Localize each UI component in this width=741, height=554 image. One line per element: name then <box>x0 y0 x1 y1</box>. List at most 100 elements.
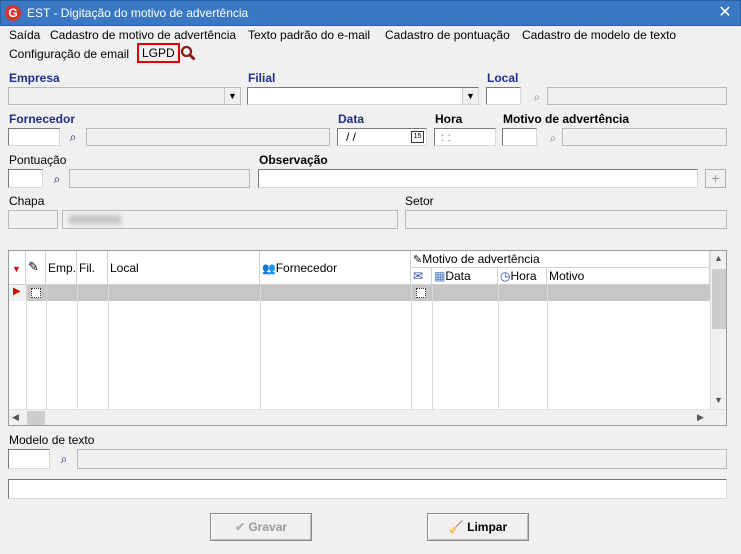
setor-field <box>405 210 727 229</box>
col-hora: Hora <box>510 269 537 283</box>
col-data-header[interactable]: ▦Data <box>432 268 498 285</box>
observacao-label: Observação <box>259 153 328 167</box>
pontuacao-field[interactable] <box>8 169 43 188</box>
chevron-down-icon[interactable]: ▼ <box>462 88 478 104</box>
binoculars-icon[interactable]: ⌕ <box>57 452 71 466</box>
chapa-field <box>8 210 58 229</box>
row-indicator: ▶ <box>9 285 26 301</box>
broom-icon: 🧹 <box>448 520 464 534</box>
limpar-button[interactable]: 🧹 Limpar <box>427 513 529 541</box>
pontuacao-label: Pontuação <box>9 153 67 167</box>
col-motivo[interactable]: Motivo <box>547 268 710 285</box>
empresa-combo[interactable]: ▼ <box>8 87 241 105</box>
fornecedor-field[interactable] <box>8 128 60 146</box>
col-fornecedor: Fornecedor <box>275 261 338 275</box>
col-hora-header[interactable]: ◷Hora <box>498 268 547 285</box>
row-email-checkbox[interactable] <box>416 288 426 298</box>
col-divider <box>77 285 78 409</box>
grid-indicator-header: ▼ <box>9 251 26 285</box>
data-field[interactable]: / / 15 <box>337 128 427 146</box>
scroll-down-icon[interactable]: ▼ <box>714 395 723 405</box>
fornecedor-description-field <box>86 128 330 146</box>
scroll-right-icon[interactable]: ▶ <box>697 412 704 423</box>
modelo-label: Modelo de texto <box>9 433 95 447</box>
col-divider <box>498 285 499 409</box>
close-icon[interactable]: ✕ <box>714 3 736 23</box>
hora-value: : : <box>441 130 452 144</box>
filial-combo[interactable]: ▼ <box>247 87 479 105</box>
table-row[interactable] <box>10 285 710 301</box>
current-row-arrow-icon: ▶ <box>13 286 21 297</box>
modelo-text-field[interactable] <box>8 479 727 499</box>
filial-label: Filial <box>248 71 276 85</box>
binoculars-icon[interactable]: ⌕ <box>66 130 80 144</box>
app-icon: G <box>5 5 21 21</box>
motivo-label: Motivo de advertência <box>503 112 630 126</box>
col-divider <box>432 285 433 409</box>
col-divider <box>411 285 412 409</box>
menu-cadastro-pontuacao[interactable]: Cadastro de pontuação <box>385 28 510 42</box>
observacao-field[interactable] <box>258 169 698 188</box>
menu-texto-padrao[interactable]: Texto padrão do e-mail <box>248 28 370 42</box>
blurred-value <box>69 215 121 224</box>
row-checkbox[interactable] <box>31 288 41 298</box>
col-divider <box>46 285 47 409</box>
add-button[interactable]: + <box>705 169 726 188</box>
scroll-thumb[interactable] <box>27 411 45 425</box>
fornecedor-label: Fornecedor <box>9 112 76 126</box>
menu-lgpd[interactable]: LGPD <box>137 43 180 63</box>
edit-note-icon: ✎ <box>413 254 423 266</box>
modelo-description-field <box>77 449 727 469</box>
chapa-label: Chapa <box>9 194 45 208</box>
col-fil[interactable]: Fil. <box>77 251 108 285</box>
local-label: Local <box>487 71 519 85</box>
modelo-field[interactable] <box>8 449 50 469</box>
envelope-icon: ✉ <box>411 268 432 285</box>
binoculars-icon[interactable]: ⌕ <box>50 172 64 186</box>
scroll-up-icon[interactable]: ▲ <box>714 253 723 263</box>
col-fornecedor-header[interactable]: 👥Fornecedor <box>260 251 411 285</box>
binoculars-icon[interactable]: ⌕ <box>546 131 560 145</box>
window-title: EST - Digitação do motivo de advertência <box>27 6 249 20</box>
vertical-scrollbar[interactable]: ▲ ▼ <box>710 251 726 409</box>
data-value: / / <box>346 130 357 144</box>
col-emp[interactable]: Emp. <box>46 251 77 285</box>
search-icon[interactable] <box>180 45 196 61</box>
edit-note-icon: ✎ <box>26 251 46 285</box>
setor-label: Setor <box>405 194 434 208</box>
col-data: Data <box>445 269 471 283</box>
calendar-icon[interactable]: 15 <box>411 131 424 143</box>
menu-saida[interactable]: Saída <box>9 28 40 42</box>
records-grid[interactable]: ▼ ✎ Emp. Fil. Local 👥Fornecedor ✎Motivo … <box>8 250 727 426</box>
gravar-label: Gravar <box>248 520 288 534</box>
chevron-down-icon[interactable]: ▼ <box>224 88 240 104</box>
scroll-left-icon[interactable]: ◀ <box>12 412 19 423</box>
clock-icon: ◷ <box>500 269 511 283</box>
scroll-thumb[interactable] <box>712 269 726 329</box>
calendar-icon: ▦ <box>434 269 446 283</box>
chapa-description-field <box>62 210 398 229</box>
col-local[interactable]: Local <box>108 251 260 285</box>
sort-triangle-icon: ▼ <box>12 264 21 274</box>
hora-label: Hora <box>435 112 463 126</box>
gravar-button[interactable]: ✔ Gravar <box>210 513 312 541</box>
title-bar: G EST - Digitação do motivo de advertênc… <box>0 0 741 26</box>
col-motivo-group: ✎Motivo de advertência <box>411 251 710 268</box>
menu-configuracao-email[interactable]: Configuração de email <box>9 47 129 61</box>
binoculars-icon[interactable]: ⌕ <box>530 90 544 104</box>
local-field[interactable] <box>486 87 521 105</box>
local-description-field <box>547 87 727 105</box>
col-divider <box>108 285 109 409</box>
limpar-label: Limpar <box>467 520 508 534</box>
menu-cadastro-modelo[interactable]: Cadastro de modelo de texto <box>522 28 676 42</box>
people-icon: 👥 <box>262 263 276 275</box>
motivo-field[interactable] <box>502 128 537 146</box>
pontuacao-description-field <box>69 169 250 188</box>
menu-cadastro-motivo[interactable]: Cadastro de motivo de advertência <box>50 28 236 42</box>
col-divider <box>260 285 261 409</box>
horizontal-scrollbar[interactable]: ◀ ▶ <box>9 409 726 425</box>
hora-field[interactable]: : : <box>434 128 496 146</box>
col-motivo-group-label: Motivo de advertência <box>422 252 540 266</box>
motivo-description-field <box>562 128 727 146</box>
col-divider <box>547 285 548 409</box>
